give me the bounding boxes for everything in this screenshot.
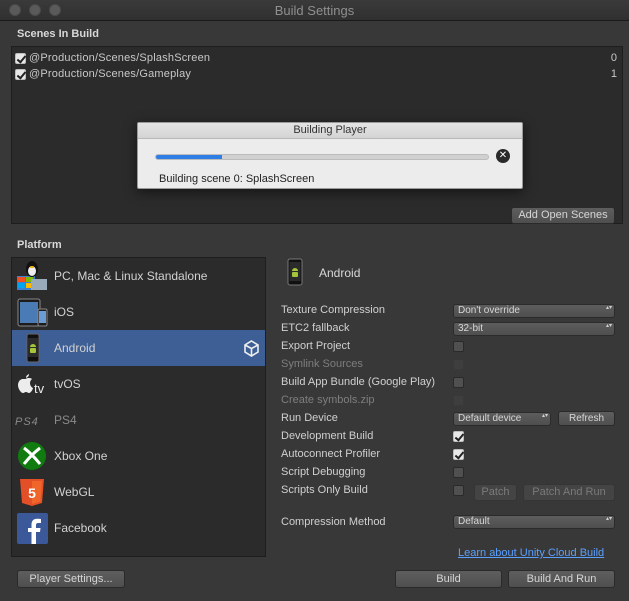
platform-item-facebook[interactable]: Facebook [12, 510, 265, 546]
dropdown-value: Don't override [458, 305, 520, 316]
etc2-fallback-dropdown[interactable]: 32-bit [453, 322, 615, 336]
xbox-logo-icon [18, 442, 46, 470]
create-symbols-label: Create symbols.zip [281, 394, 375, 406]
scripts-only-build-checkbox[interactable] [453, 485, 464, 496]
build-app-bundle-checkbox[interactable] [453, 377, 464, 388]
tux-windows-mac-icon [17, 261, 47, 290]
development-build-label: Development Build [281, 430, 374, 442]
window-title: Build Settings [274, 3, 355, 18]
platform-label: iOS [54, 305, 75, 319]
dropdown-value: 32-bit [458, 323, 484, 334]
dropdown-value: Default device [458, 413, 522, 424]
add-open-scenes-button[interactable]: Add Open Scenes [511, 207, 615, 224]
build-status-text: Building scene 0: SplashScreen [159, 173, 315, 185]
svg-text:PS4: PS4 [15, 416, 39, 428]
scene-include-checkbox[interactable] [15, 69, 26, 80]
selected-platform-title: Android [319, 266, 361, 280]
texture-compression-label: Texture Compression [281, 304, 385, 316]
scene-index: 1 [610, 68, 617, 80]
scene-row[interactable]: @Production/Scenes/SplashScreen 0 [15, 51, 619, 67]
export-project-label: Export Project [281, 340, 351, 352]
compression-method-dropdown[interactable]: Default [453, 515, 615, 529]
platform-item-ios[interactable]: iOS [12, 294, 265, 330]
run-device-label: Run Device [281, 412, 338, 424]
scene-index: 0 [610, 52, 617, 64]
scripts-only-build-label: Scripts Only Build [281, 484, 368, 496]
platform-item-webgl[interactable]: 5 WebGL [12, 474, 265, 510]
development-build-checkbox[interactable] [453, 431, 464, 442]
texture-compression-dropdown[interactable]: Don't override [453, 304, 615, 318]
dialog-title: Building Player [138, 123, 522, 139]
export-project-checkbox[interactable] [453, 341, 464, 352]
compression-method-label: Compression Method [281, 516, 386, 528]
platform-label: WebGL [54, 485, 95, 499]
etc2-fallback-label: ETC2 fallback [281, 322, 350, 334]
apple-tv-icon: tv [18, 374, 45, 396]
svg-text:5: 5 [28, 485, 36, 501]
platform-header: Platform [17, 239, 62, 251]
platform-item-xbox-one[interactable]: Xbox One [12, 438, 265, 474]
symlink-sources-checkbox [453, 359, 464, 370]
html5-icon: 5 [20, 479, 44, 506]
build-app-bundle-label: Build App Bundle (Google Play) [281, 376, 436, 388]
learn-unity-cloud-build-link[interactable]: Learn about Unity Cloud Build [458, 547, 604, 559]
build-and-run-button[interactable]: Build And Run [508, 570, 615, 588]
build-button[interactable]: Build [395, 570, 502, 588]
platform-label: Xbox One [54, 449, 108, 463]
scene-path: @Production/Scenes/SplashScreen [29, 52, 211, 64]
platform-label: Facebook [54, 521, 107, 535]
refresh-devices-button[interactable]: Refresh [558, 411, 615, 426]
run-device-dropdown[interactable]: Default device [453, 412, 551, 426]
svg-text:tv: tv [34, 381, 45, 396]
platform-label: Android [54, 341, 96, 355]
building-player-dialog: Building Player ✕ Building scene 0: Spla… [137, 122, 523, 189]
platform-list: PC, Mac & Linux Standalone iOS Android t… [11, 257, 266, 557]
build-progress-bar [155, 154, 489, 160]
patch-and-run-button: Patch And Run [523, 484, 615, 501]
platform-label: PS4 [54, 413, 77, 427]
platform-item-ps4[interactable]: PS4 PS4 [12, 402, 265, 438]
scenes-in-build-header: Scenes In Build [17, 28, 99, 40]
platform-label: PC, Mac & Linux Standalone [54, 269, 208, 283]
scene-include-checkbox[interactable] [15, 53, 26, 64]
android-phone-icon [287, 258, 303, 286]
script-debugging-label: Script Debugging [281, 466, 366, 478]
create-symbols-checkbox [453, 395, 464, 406]
patch-button: Patch [474, 484, 517, 501]
scene-row[interactable]: @Production/Scenes/Gameplay 1 [15, 67, 619, 83]
script-debugging-checkbox[interactable] [453, 467, 464, 478]
ps4-logo-icon: PS4 [15, 416, 39, 428]
build-progress-fill [156, 155, 223, 159]
cancel-build-icon[interactable]: ✕ [496, 149, 510, 163]
platform-item-tvos[interactable]: tv tvOS [12, 366, 265, 402]
platform-item-android[interactable]: Android [12, 330, 265, 366]
window-titlebar: Build Settings [0, 0, 629, 21]
facebook-icon [17, 513, 48, 544]
build-settings-panel: Scenes In Build @Production/Scenes/Splas… [0, 21, 629, 601]
unity-active-platform-icon [244, 340, 259, 357]
autoconnect-profiler-label: Autoconnect Profiler [281, 448, 381, 460]
dropdown-value: Default [458, 516, 490, 527]
ipad-iphone-icon [17, 298, 48, 327]
scene-path: @Production/Scenes/Gameplay [29, 68, 192, 80]
player-settings-button[interactable]: Player Settings... [17, 570, 125, 588]
android-phone-icon [26, 333, 40, 363]
symlink-sources-label: Symlink Sources [281, 358, 363, 370]
autoconnect-profiler-checkbox[interactable] [453, 449, 464, 460]
platform-label: tvOS [54, 377, 81, 391]
platform-item-standalone[interactable]: PC, Mac & Linux Standalone [12, 258, 265, 294]
